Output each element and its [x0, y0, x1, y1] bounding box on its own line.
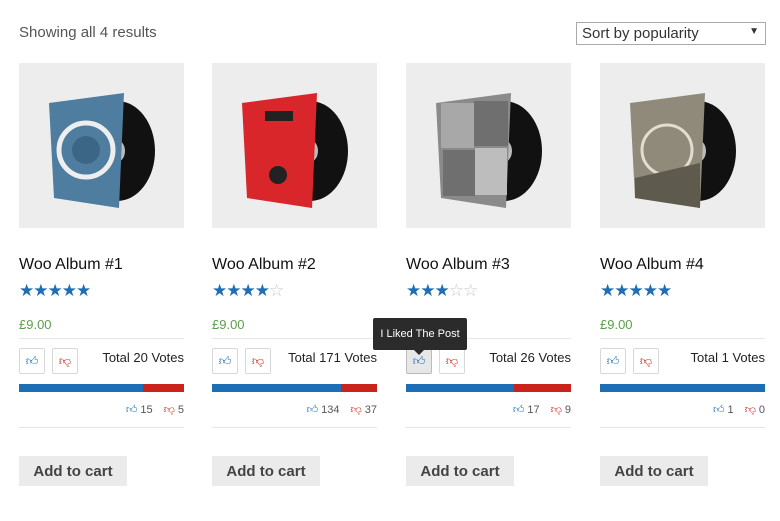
dislike-count: 37 [364, 404, 377, 416]
vote-bar-like-fill [600, 384, 765, 392]
product-image[interactable] [19, 63, 184, 228]
vote-counts: 👍︎ 1 👎︎ 0 [600, 403, 765, 417]
vote-counts: 👍︎ 15 👎︎ 5 [19, 403, 184, 417]
like-count: 1 [727, 404, 734, 416]
dislike-button[interactable]: 👎︎ [439, 348, 465, 374]
vote-bar [19, 384, 184, 392]
vote-row: 👍︎ 👎︎ Total 26 Votes [406, 348, 571, 374]
product-image[interactable] [406, 63, 571, 228]
vote-bar [600, 384, 765, 392]
vote-row: 👍︎ 👎︎ Total 171 Votes [212, 348, 377, 374]
dislike-button[interactable]: 👎︎ [245, 348, 271, 374]
album-cover-icon [49, 93, 155, 208]
thumbs-down-icon: 👎︎ [350, 404, 362, 416]
dislike-button[interactable]: 👎︎ [633, 348, 659, 374]
star-rating: ★★★☆☆ [406, 281, 478, 300]
product-price: £9.00 [19, 317, 52, 332]
thumbs-down-icon: 👎︎ [251, 353, 265, 368]
add-to-cart-button[interactable]: Add to cart [212, 456, 320, 486]
vote-row: 👍︎ 👎︎ Total 20 Votes [19, 348, 184, 374]
divider [19, 338, 184, 339]
dislike-count: 9 [564, 404, 571, 416]
sort-selected-value: Sort by popularity [582, 25, 699, 42]
divider [19, 427, 184, 428]
product-title[interactable]: Woo Album #4 [600, 256, 765, 276]
star-rating: ★★★★★ [19, 281, 91, 300]
thumbs-down-icon: 👎︎ [163, 404, 175, 416]
thumbs-up-icon: 👍︎ [25, 353, 39, 368]
divider [212, 338, 377, 339]
thumbs-up-icon: 👍︎ [306, 404, 319, 416]
product-title[interactable]: Woo Album #1 [19, 256, 184, 276]
divider [600, 427, 765, 428]
dislike-count: 5 [177, 404, 184, 416]
sort-select[interactable]: Sort by popularity ▼ [576, 22, 766, 45]
caret-down-icon: ▼ [749, 26, 759, 37]
product-image[interactable] [212, 63, 377, 228]
star-rating: ★★★★☆ [212, 281, 284, 300]
vote-counts: 👍︎ 134 👎︎ 37 [212, 403, 377, 417]
total-votes: Total 1 Votes [690, 350, 765, 365]
vote-row: 👍︎ 👎︎ Total 1 Votes [600, 348, 765, 374]
thumbs-down-icon: 👎︎ [58, 353, 72, 368]
product-card: Woo Album #1 ★★★★★ £9.00 👍︎ 👎︎ Total 20 … [19, 63, 184, 486]
vote-bar [212, 384, 377, 392]
vote-bar-like-fill [212, 384, 342, 392]
product-price: £9.00 [212, 317, 245, 332]
like-count: 134 [321, 404, 340, 416]
thumbs-up-icon: 👍︎ [412, 353, 426, 368]
divider [600, 338, 765, 339]
dislike-button[interactable]: 👎︎ [52, 348, 78, 374]
like-button[interactable]: 👍︎ [212, 348, 238, 374]
product-card: Woo Album #2 ★★★★☆ £9.00 👍︎ 👎︎ Total 171… [212, 63, 377, 486]
product-title[interactable]: Woo Album #3 [406, 256, 571, 276]
add-to-cart-button[interactable]: Add to cart [19, 456, 127, 486]
star-rating: ★★★★★ [600, 281, 672, 300]
album-cover-icon [436, 93, 542, 208]
like-count: 17 [527, 404, 540, 416]
divider [212, 427, 377, 428]
vote-counts: 👍︎ 17 👎︎ 9 [406, 403, 571, 417]
thumbs-up-icon: 👍︎ [125, 404, 138, 416]
thumbs-up-icon: 👍︎ [606, 353, 620, 368]
product-image[interactable] [600, 63, 765, 228]
total-votes: Total 171 Votes [288, 350, 377, 365]
vote-bar [406, 384, 571, 392]
thumbs-up-icon: 👍︎ [512, 404, 525, 416]
vote-bar-like-fill [406, 384, 514, 392]
like-tooltip: I Liked The Post [373, 318, 467, 355]
total-votes: Total 26 Votes [489, 350, 571, 365]
add-to-cart-button[interactable]: Add to cart [600, 456, 708, 486]
add-to-cart-button[interactable]: Add to cart [406, 456, 514, 486]
product-title[interactable]: Woo Album #2 [212, 256, 377, 276]
product-price: £9.00 [600, 317, 633, 332]
product-card: Woo Album #3 ★★★☆☆ £9.00 👍︎ 👎︎ Total 26 … [406, 63, 571, 486]
divider [406, 427, 571, 428]
total-votes: Total 20 Votes [102, 350, 184, 365]
dislike-count: 0 [758, 404, 765, 416]
thumbs-down-icon: 👎︎ [639, 353, 653, 368]
thumbs-down-icon: 👎︎ [445, 353, 459, 368]
album-cover-icon [242, 93, 348, 208]
thumbs-down-icon: 👎︎ [744, 404, 756, 416]
like-count: 15 [140, 404, 153, 416]
like-button[interactable]: 👍︎ [19, 348, 45, 374]
result-count: Showing all 4 results [19, 24, 157, 41]
thumbs-up-icon: 👍︎ [218, 353, 232, 368]
thumbs-down-icon: 👎︎ [550, 404, 562, 416]
thumbs-up-icon: 👍︎ [713, 404, 725, 416]
album-cover-icon [630, 93, 736, 208]
product-card: Woo Album #4 ★★★★★ £9.00 👍︎ 👎︎ Total 1 V… [600, 63, 765, 486]
like-button[interactable]: 👍︎ [600, 348, 626, 374]
vote-bar-like-fill [19, 384, 143, 392]
